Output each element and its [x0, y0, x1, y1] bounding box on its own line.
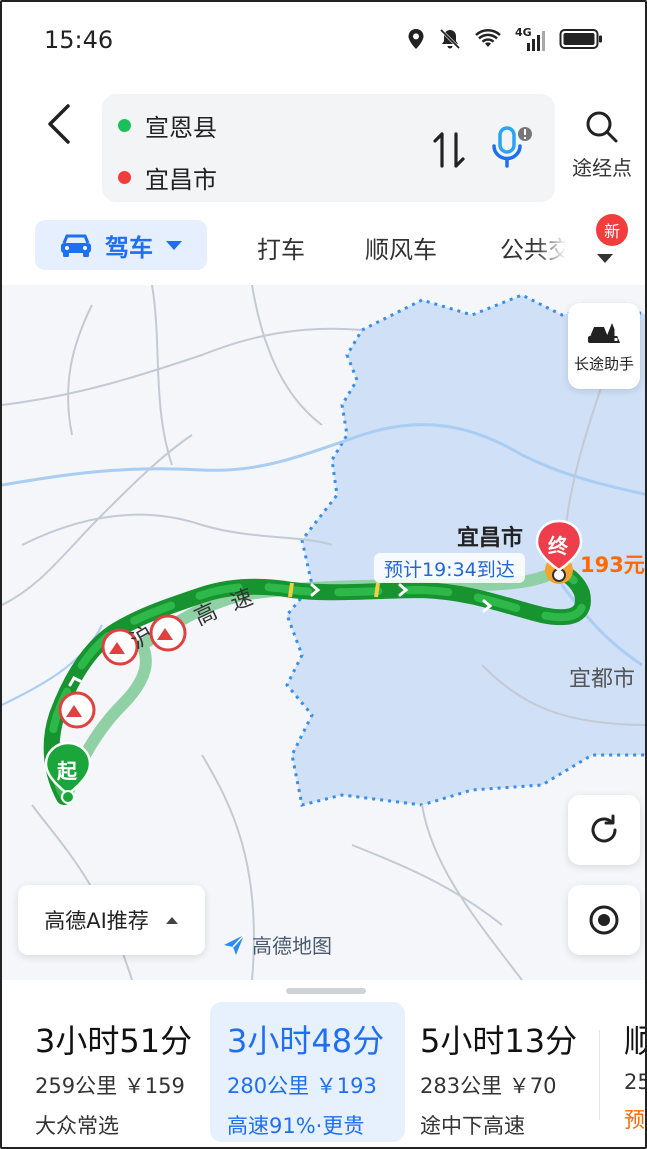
origin-field[interactable]: 宣恩县	[118, 108, 217, 143]
route-input-box: 宣恩县 宜昌市	[102, 94, 555, 202]
swap-icon	[433, 132, 465, 168]
chevron-left-icon	[48, 104, 70, 144]
construction-icon	[58, 691, 96, 729]
tab-carpool[interactable]: 顺风车	[365, 230, 437, 265]
wifi-icon	[475, 29, 501, 53]
route-distance: 259公里	[35, 1074, 118, 1098]
voice-input-button[interactable]	[488, 124, 534, 172]
route-duration: 顺	[624, 1016, 645, 1062]
route-option-card[interactable]: 顺 25 预	[624, 1002, 645, 1142]
card-divider	[599, 1030, 600, 1120]
location-icon	[407, 28, 425, 54]
route-tag: 高速91%·更贵	[227, 1114, 365, 1138]
trip-assistant-label: 长途助手	[573, 354, 634, 373]
map-view[interactable]: 起 终 沪 高 速 宜昌市 预计19:34到达 193元 宜都市 长途助手 高德…	[2, 285, 645, 980]
trip-assistant-icon	[588, 322, 620, 343]
destination-city-label: 宜昌市	[457, 526, 524, 551]
add-via-point-button[interactable]: 途经点	[567, 110, 637, 181]
route-option-card[interactable]: 3小时51分 259公里 ￥159 大众常选	[35, 1002, 205, 1142]
refresh-button[interactable]	[568, 795, 640, 865]
route-tag: 途中下高速	[420, 1114, 525, 1138]
eta-label: 预计19:34到达	[374, 553, 525, 583]
mute-icon	[439, 28, 461, 54]
search-icon	[586, 111, 618, 143]
travel-mode-tabs: 驾车 打车 顺风车 公共交 新	[2, 214, 645, 274]
sheet-drag-handle[interactable]	[286, 988, 366, 994]
route-distance-price: 280公里 ￥193	[227, 1070, 405, 1100]
amap-logo-text: 高德地图	[252, 934, 332, 958]
long-trip-assistant-button[interactable]: 长途助手	[568, 303, 640, 389]
destination-field[interactable]: 宜昌市	[118, 160, 217, 195]
route-tag: 预	[624, 1108, 645, 1132]
origin-dot	[118, 119, 131, 132]
destination-text: 宜昌市	[145, 166, 217, 194]
route-tag: 大众常选	[35, 1114, 119, 1138]
route-distance: 283公里	[420, 1074, 503, 1098]
route-option-card[interactable]: 5小时13分 283公里 ￥70 途中下高速	[420, 1002, 595, 1142]
route-duration: 3小时48分	[227, 1022, 385, 1060]
route-options-sheet: 3小时51分 259公里 ￥159 大众常选 3小时48分 280公里 ￥193…	[2, 980, 645, 1147]
destination-dot	[118, 171, 131, 184]
battery-icon	[559, 28, 603, 54]
swap-button[interactable]	[432, 130, 466, 170]
locate-icon	[589, 905, 619, 935]
status-icons: 4G	[407, 26, 603, 54]
signal-4g-icon: 4G	[515, 26, 545, 52]
route-duration: 3小时51分	[35, 1022, 193, 1060]
app-frame: 15:46 4G 宣恩县 宜昌市 途经点 驾车 打车 顺风车 公共交 新 起 终…	[0, 0, 647, 1149]
route-toll: ￥159	[123, 1074, 185, 1098]
route-distance-price: 259公里 ￥159	[35, 1070, 205, 1100]
tab-public-transit[interactable]: 公共交	[500, 230, 566, 265]
map-canvas	[2, 285, 645, 980]
nearby-city-label: 宜都市	[569, 667, 636, 692]
caret-down-icon	[166, 241, 182, 250]
locate-button[interactable]	[568, 885, 640, 955]
route-price-tag: 193元	[580, 553, 645, 577]
amap-logo: 高德地图	[222, 930, 332, 959]
refresh-icon	[591, 814, 617, 843]
ai-recommend-button[interactable]: 高德AI推荐	[18, 885, 205, 955]
route-distance-price: 283公里 ￥70	[420, 1070, 595, 1100]
status-bar: 15:46 4G	[2, 2, 645, 80]
car-icon	[61, 234, 91, 257]
route-distance: 280公里	[227, 1074, 310, 1098]
route-option-card-selected[interactable]: 3小时48分 280公里 ￥193 高速91%·更贵	[210, 1002, 405, 1142]
back-button[interactable]	[42, 102, 78, 146]
route-toll: ￥193	[315, 1074, 377, 1098]
caret-up-icon	[165, 917, 178, 924]
route-distance: 25	[624, 1070, 645, 1094]
tab-taxi[interactable]: 打车	[257, 230, 305, 265]
ai-recommend-label: 高德AI推荐	[44, 909, 149, 933]
route-duration: 5小时13分	[420, 1022, 578, 1060]
route-toll: ￥70	[508, 1074, 557, 1098]
origin-text: 宣恩县	[145, 114, 217, 142]
microphone-icon	[492, 126, 532, 168]
end-pin-label: 终	[548, 534, 568, 558]
tab-drive-label: 驾车	[105, 233, 153, 262]
amap-logo-icon	[224, 933, 245, 955]
start-pin-label: 起	[57, 759, 77, 783]
new-badge: 新	[596, 214, 628, 246]
via-point-label: 途经点	[572, 156, 632, 180]
route-header: 宣恩县 宜昌市 途经点 驾车 打车 顺风车 公共交 新	[2, 80, 645, 285]
status-time: 15:46	[44, 26, 114, 54]
tab-drive[interactable]: 驾车	[35, 220, 207, 270]
